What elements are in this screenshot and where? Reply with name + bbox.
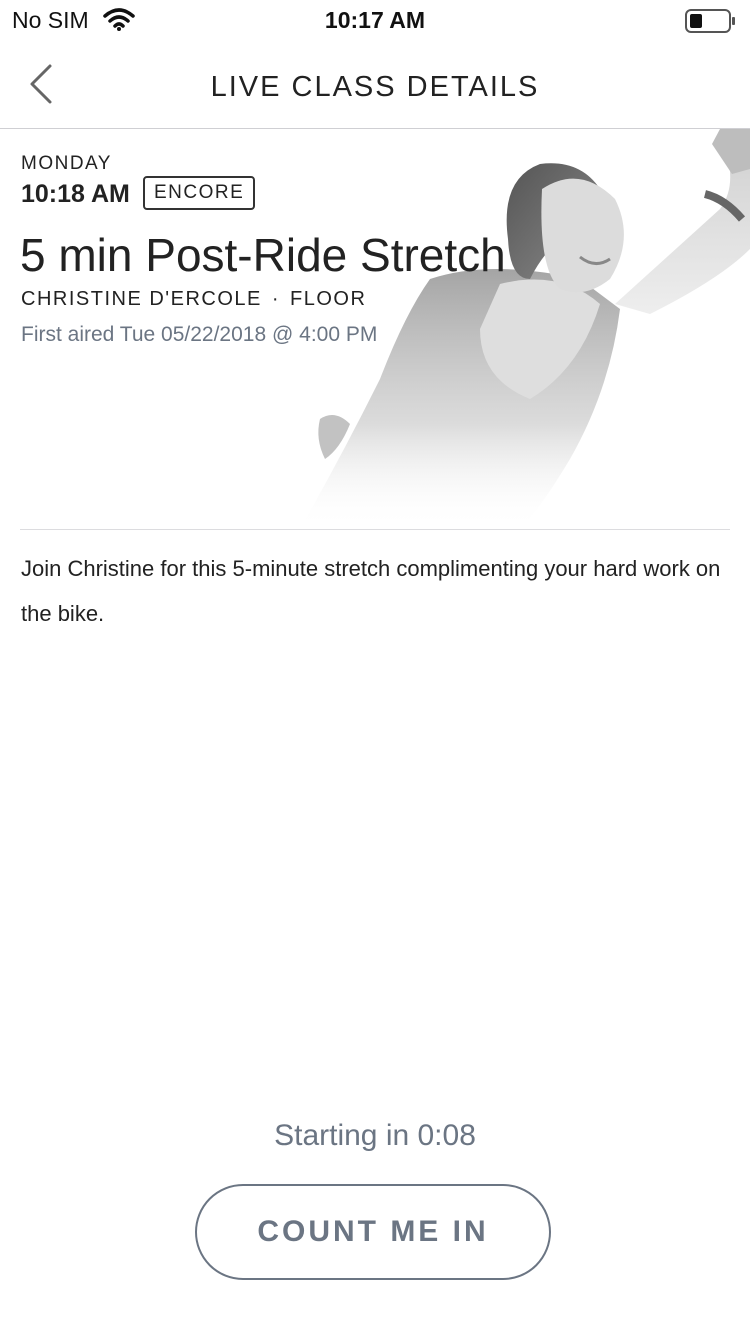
status-bar: No SIM 10:17 AM xyxy=(0,0,750,40)
page-title: LIVE CLASS DETAILS xyxy=(210,71,540,103)
class-title: 5 min Post-Ride Stretch xyxy=(20,229,506,281)
class-day: MONDAY xyxy=(21,153,112,174)
start-countdown: Starting in 0:08 xyxy=(274,1119,476,1152)
class-category: FLOOR xyxy=(290,288,367,310)
class-meta: CHRISTINE D'ERCOLE · FLOOR xyxy=(21,288,366,311)
nav-bar: LIVE CLASS DETAILS xyxy=(0,40,750,129)
class-hero: MONDAY 10:18 AM ENCORE 5 min Post-Ride S… xyxy=(0,129,750,529)
meta-separator: · xyxy=(271,288,281,310)
encore-badge: ENCORE xyxy=(143,176,256,210)
class-description: Join Christine for this 5-minute stretch… xyxy=(21,556,721,626)
instructor-name[interactable]: CHRISTINE D'ERCOLE xyxy=(21,288,262,310)
section-divider xyxy=(20,529,730,530)
battery-icon xyxy=(685,9,735,33)
class-time: 10:18 AM xyxy=(21,180,130,208)
count-me-in-button[interactable]: COUNT ME IN xyxy=(195,1184,551,1280)
first-aired-date: First aired Tue 05/22/2018 @ 4:00 PM xyxy=(21,323,378,346)
status-time: 10:17 AM xyxy=(324,7,426,33)
